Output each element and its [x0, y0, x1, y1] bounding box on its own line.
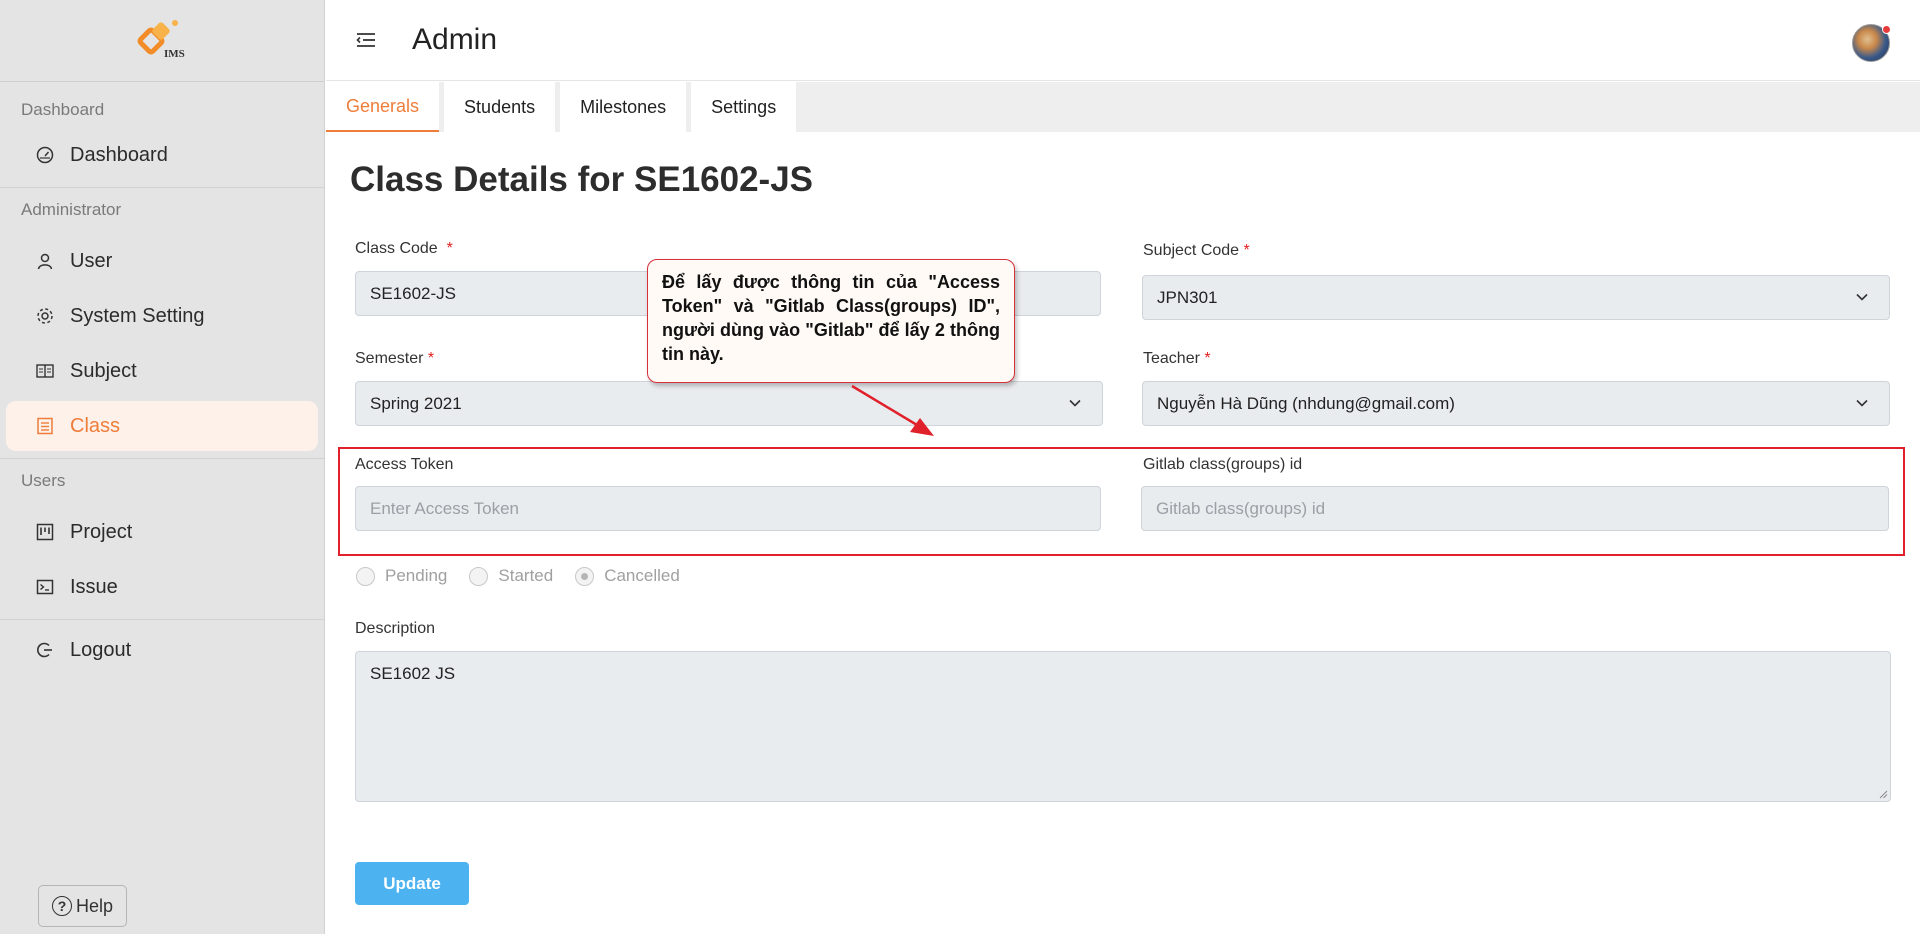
ims-logo[interactable]: IMS: [132, 16, 192, 66]
help-label: Help: [75, 895, 114, 916]
tab-milestones[interactable]: Milestones: [560, 82, 687, 132]
tab-students[interactable]: Students: [444, 82, 556, 132]
sidebar-item-label: System Setting: [70, 304, 205, 327]
tab-settings[interactable]: Settings: [691, 82, 797, 132]
section-label-users: Users: [21, 471, 66, 490]
logout-button[interactable]: Logout: [6, 625, 318, 675]
gear-icon: [34, 305, 56, 327]
subject-code-select[interactable]: JPN301: [1142, 275, 1890, 320]
annotation-arrow-icon: [851, 384, 934, 436]
radio-label: Started: [498, 566, 554, 585]
tab-generals[interactable]: Generals: [326, 82, 440, 132]
sidebar-item-user[interactable]: User: [6, 236, 318, 286]
sidebar-item-issue[interactable]: Issue: [6, 562, 318, 612]
class-code-value: SE1602-JS: [370, 283, 456, 303]
class-icon: [34, 415, 56, 437]
user-avatar[interactable]: [1852, 24, 1891, 62]
book-icon: [34, 360, 56, 382]
sidebar-item-system-setting[interactable]: System Setting: [6, 291, 318, 341]
subject-code-label-text: Subject Code: [1143, 242, 1240, 259]
help-question-icon: ?: [51, 896, 72, 916]
sidebar-item-class[interactable]: Class: [6, 401, 318, 451]
semester-value: Spring 2021: [370, 393, 462, 413]
help-button[interactable]: ? Help: [38, 885, 127, 927]
status-radio-group: Pending Started Cancelled: [356, 566, 702, 586]
radio-label: Pending: [385, 566, 448, 585]
radio-started[interactable]: Started: [469, 566, 553, 586]
tab-bar: Generals Students Milestones Settings: [326, 82, 1920, 132]
project-board-icon: [34, 521, 56, 543]
sidebar-item-project[interactable]: Project: [6, 507, 318, 557]
class-code-label-text: Class Code: [355, 240, 438, 257]
radio-circle: [356, 566, 375, 586]
header-title: Admin: [412, 23, 498, 56]
resize-handle-icon[interactable]: [1878, 789, 1888, 799]
sidebar-item-dashboard[interactable]: Dashboard: [6, 130, 318, 180]
sidebar-item-label: Subject: [70, 359, 137, 382]
highlight-box: [338, 447, 1905, 556]
sidebar: IMS Dashboard Dashboard Administrator Us…: [0, 0, 325, 934]
dashboard-gauge-icon: [34, 144, 56, 166]
radio-pending[interactable]: Pending: [356, 566, 447, 586]
teacher-value: Nguyễn Hà Dũng (nhdung@gmail.com): [1157, 393, 1455, 413]
logo-text: IMS: [164, 47, 185, 60]
teacher-select[interactable]: Nguyễn Hà Dũng (nhdung@gmail.com): [1142, 381, 1890, 426]
radio-circle: [469, 566, 489, 586]
update-button[interactable]: Update: [355, 862, 469, 905]
page-title: Class Details for SE1602-JS: [350, 160, 814, 199]
subject-code-label: Subject Code *: [1143, 242, 1250, 259]
sidebar-item-label: Project: [70, 520, 133, 543]
radio-cancelled[interactable]: Cancelled: [575, 566, 680, 586]
terminal-icon: [34, 576, 56, 598]
chevron-down-icon: [1856, 399, 1868, 407]
section-label-dashboard: Dashboard: [21, 100, 105, 119]
radio-circle-selected: [575, 566, 595, 586]
radio-label: Cancelled: [604, 566, 680, 585]
notification-badge: [1882, 25, 1891, 34]
semester-select[interactable]: Spring 2021: [355, 381, 1103, 426]
sidebar-item-label: Dashboard: [70, 143, 168, 166]
class-code-label: Class Code *: [355, 240, 453, 257]
description-textarea[interactable]: SE1602 JS: [355, 651, 1891, 802]
user-icon: [34, 250, 56, 272]
section-label-administrator: Administrator: [21, 200, 122, 219]
top-header: Admin: [326, 0, 1920, 81]
subject-code-value: JPN301: [1157, 287, 1218, 307]
menu-toggle-icon[interactable]: [354, 28, 378, 52]
logout-label: Logout: [70, 638, 132, 661]
description-label: Description: [355, 620, 436, 637]
sidebar-item-label: Class: [70, 414, 121, 437]
sidebar-item-label: User: [70, 249, 113, 272]
chevron-down-icon: [1069, 399, 1081, 407]
sidebar-item-subject[interactable]: Subject: [6, 346, 318, 396]
sidebar-item-label: Issue: [70, 575, 118, 598]
teacher-label: Teacher *: [1143, 350, 1211, 367]
semester-label: Semester *: [355, 350, 435, 367]
annotation-callout: Để lấy được thông tin của "Access Token"…: [647, 259, 1015, 383]
chevron-down-icon: [1856, 293, 1868, 301]
semester-label-text: Semester: [355, 350, 424, 367]
teacher-label-text: Teacher: [1143, 350, 1200, 367]
description-value: SE1602 JS: [370, 664, 456, 683]
logout-icon: [34, 639, 56, 661]
logo-area: IMS: [0, 0, 324, 82]
